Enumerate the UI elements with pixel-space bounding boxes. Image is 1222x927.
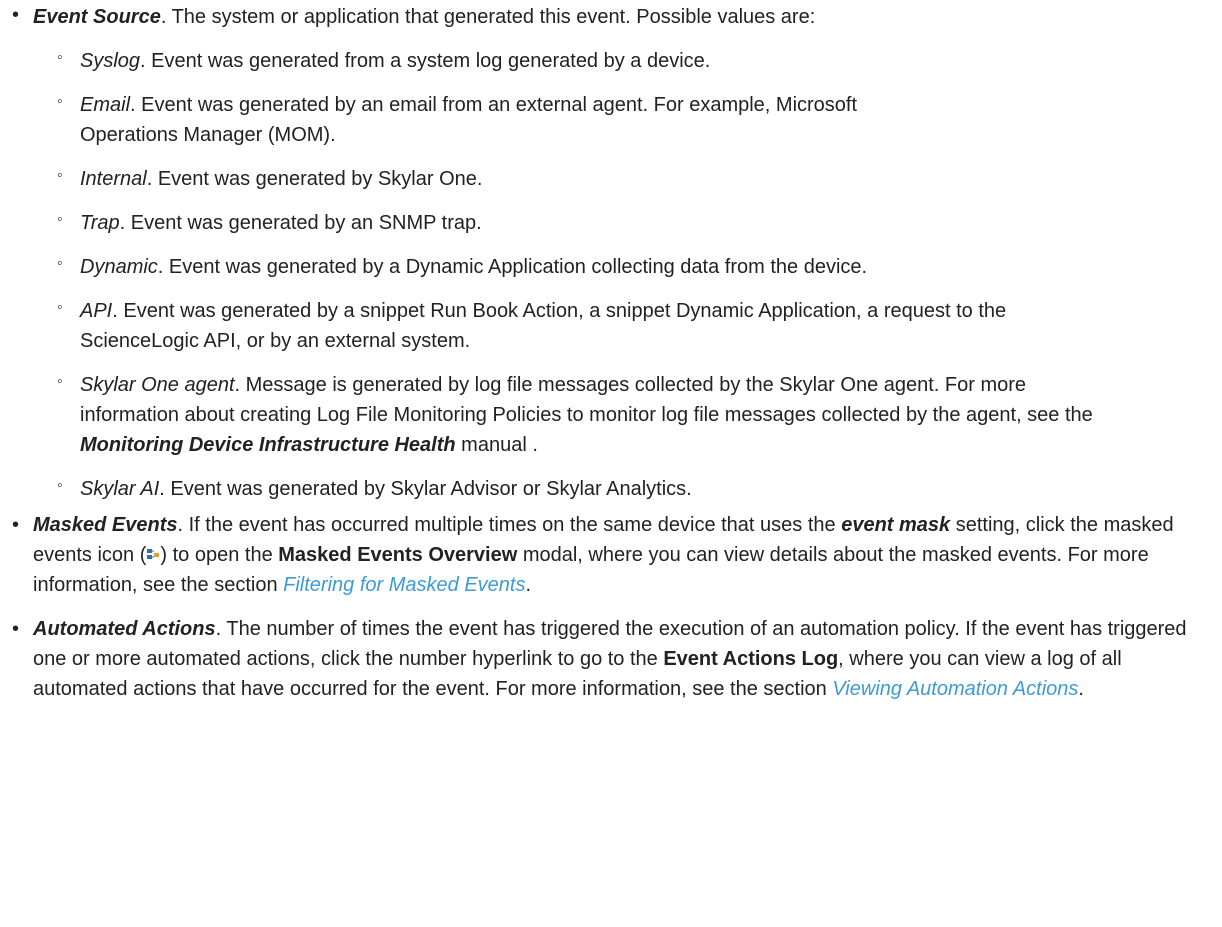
link-viewing-automation-actions[interactable]: Viewing Automation Actions [832,678,1078,700]
sub-bullet: ◦ [57,49,63,66]
ui-masked-events-overview: Masked Events Overview [278,544,518,566]
term-internal: Internal [80,168,147,190]
term-api: API [80,300,113,322]
list-item-masked-events: • Masked Events. If the event has occurr… [0,510,1222,600]
list-item-skylar-ai: ◦ Skylar AI. Event was generated by Skyl… [33,474,1222,504]
event-source-values: ◦ Syslog. Event was generated from a sys… [33,46,1222,504]
description: . Event was generated by Skylar One. [146,168,483,190]
list-item-event-source: • Event Source. The system or applicatio… [0,0,1222,504]
term-masked-events: Masked Events [33,514,178,536]
term-skylar-one-agent: Skylar One agent [80,374,235,396]
document-body: • Event Source. The system or applicatio… [0,0,1222,704]
description: ) to open the [160,544,279,566]
description: . Event was generated by a Dynamic Appli… [157,256,868,278]
sub-bullet: ◦ [57,477,63,494]
description: . Event was generated by an email from a… [80,94,858,146]
sub-bullet: ◦ [57,373,63,390]
ui-event-actions-log: Event Actions Log [663,648,839,670]
sub-bullet: ◦ [57,167,63,184]
list-item-email: ◦ Email. Event was generated by an email… [33,90,1222,150]
bullet: • [12,618,20,640]
sub-bullet: ◦ [57,93,63,110]
masked-events-icon [146,541,160,559]
sub-bullet: ◦ [57,255,63,272]
term-automated-actions: Automated Actions [33,618,216,640]
description: . Event was generated by an SNMP trap. [119,212,482,234]
manual-title: Monitoring Device Infrastructure Health [80,434,456,456]
list-item-api: ◦ API. Event was generated by a snippet … [33,296,1222,356]
term-syslog: Syslog [80,50,141,72]
list-item-trap: ◦ Trap. Event was generated by an SNMP t… [33,208,1222,238]
list-item-skylar-one-agent: ◦ Skylar One agent. Message is generated… [33,370,1222,460]
description: . If the event has occurred multiple tim… [177,514,842,536]
list-item-internal: ◦ Internal. Event was generated by Skyla… [33,164,1222,194]
description-end: manual . [455,434,538,456]
description: . [1078,678,1084,700]
description: . Event was generated by Skylar Advisor … [159,478,692,500]
term-email: Email [80,94,131,116]
term-skylar-ai: Skylar AI [80,478,160,500]
term-dynamic: Dynamic [80,256,158,278]
list-item-dynamic: ◦ Dynamic. Event was generated by a Dyna… [33,252,1222,282]
description: . Event was generated by a snippet Run B… [80,300,1007,352]
sub-bullet: ◦ [57,299,63,316]
description: . Event was generated from a system log … [140,50,711,72]
emphasis-event-mask: event mask [841,514,951,536]
field-list: • Event Source. The system or applicatio… [0,0,1222,704]
bullet: • [12,514,20,536]
list-item-automated-actions: • Automated Actions. The number of times… [0,614,1222,704]
description: . [525,574,532,596]
term-trap: Trap [80,212,120,234]
term-event-source: Event Source [33,6,161,28]
sub-bullet: ◦ [57,211,63,228]
list-item-syslog: ◦ Syslog. Event was generated from a sys… [33,46,1222,76]
link-filtering-for-masked-events[interactable]: Filtering for Masked Events [283,574,525,596]
description: . The system or application that generat… [160,6,816,28]
bullet: • [12,4,20,26]
